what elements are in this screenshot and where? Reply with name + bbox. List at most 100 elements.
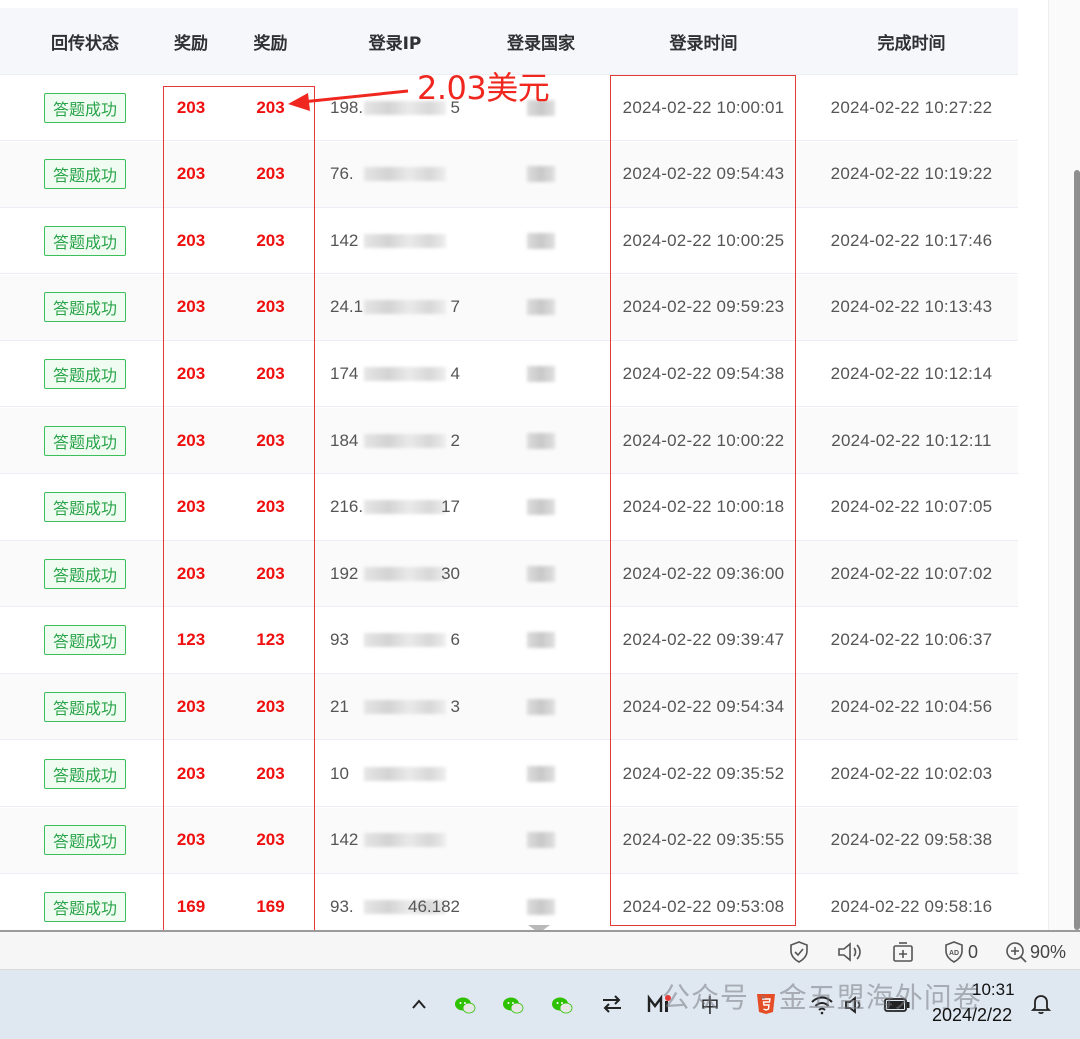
complete-time: 2024-02-22 10:19:22 (830, 164, 993, 184)
adblock-counter[interactable]: AD 0 (942, 940, 978, 964)
login-ip: 76. (330, 163, 460, 185)
scrollbar-thumb[interactable] (1074, 170, 1080, 930)
table-row[interactable]: 答题成功 169 169 93. 46.182 2024-02-22 09:53:08 20… (0, 874, 1018, 930)
table-row[interactable]: 答题成功 203 203 142 2024-02-22 10:00:25 2024-02-… (0, 208, 1018, 275)
reward-value: 203 (176, 696, 206, 716)
complete-time: 2024-02-22 10:17:46 (830, 230, 993, 250)
ip-redaction (364, 233, 446, 248)
login-time: 2024-02-22 10:00:22 (622, 430, 785, 450)
table-row[interactable]: 答题成功 203 203 76. 2024-02-22 09:54:43 2024-02-… (0, 141, 1018, 208)
reward-value: 203 (176, 430, 206, 450)
login-ip-prefix: 184 (330, 430, 359, 450)
reward-value: 203 (176, 763, 206, 783)
login-ip-prefix: 93 (330, 630, 349, 650)
status-tag: 答题成功 (43, 558, 126, 589)
ip-redaction (364, 699, 446, 714)
status-tag: 答题成功 (43, 625, 126, 656)
reward-value: 203 (176, 297, 206, 317)
reward-value: 203 (176, 830, 206, 850)
adblock-shield-icon: AD (945, 941, 963, 963)
reward-value: 203 (176, 363, 206, 383)
login-ip: 192 30 (330, 563, 460, 585)
ip-redaction (364, 433, 446, 448)
wechat-icon-2[interactable] (500, 992, 526, 1018)
reward-value: 203 (176, 97, 206, 117)
notification-bell-icon[interactable] (1028, 990, 1054, 1018)
table-row[interactable]: 答题成功 123 123 93 6 2024-02-22 09:39:47 2024-02-… (0, 607, 1018, 674)
login-time: 2024-02-22 10:00:01 (622, 97, 785, 117)
table-row[interactable]: 答题成功 203 203 24.1 7 2024-02-22 09:59:23 2024-0… (0, 274, 1018, 341)
wechat-icon-3[interactable] (549, 992, 575, 1018)
adblock-count: 0 (968, 941, 979, 962)
data-table: 回传状态 奖励 奖励 登录IP 登录国家 登录时间 完成时间 答题成功 203 20… (0, 0, 1018, 930)
svg-text:AD: AD (949, 950, 959, 957)
login-ip: 174 4 (330, 363, 460, 385)
login-ip: 24.1 7 (330, 296, 460, 318)
login-ip-prefix: 142 (330, 830, 359, 850)
login-ip-suffix: 6 (450, 630, 460, 650)
table-row[interactable]: 答题成功 203 203 192 30 2024-02-22 09:36:00 2024-0… (0, 541, 1018, 608)
login-ip: 93 6 (330, 629, 460, 651)
table-row[interactable]: 答题成功 203 203 10 2024-02-22 09:35:52 2024-02-2… (0, 741, 1018, 807)
complete-time: 2024-02-22 10:06:37 (830, 630, 993, 650)
header-status[interactable]: 回传状态 (0, 8, 170, 74)
login-time: 2024-02-22 09:36:00 (622, 563, 785, 583)
login-time: 2024-02-22 09:54:38 (622, 363, 785, 383)
reward-value-2: 203 (256, 763, 285, 783)
complete-time: 2024-02-22 09:58:16 (830, 896, 993, 916)
reward-value-2: 203 (256, 563, 285, 583)
ip-redaction (364, 766, 446, 781)
login-time: 2024-02-22 10:00:25 (622, 230, 785, 250)
login-ip: 142 (330, 230, 460, 252)
wechat-icon[interactable] (452, 992, 478, 1018)
clock-date[interactable]: 2024/2/22 (932, 1005, 1012, 1026)
header-reward-1[interactable]: 奖励 (155, 8, 227, 74)
login-ip: 21 3 (330, 696, 460, 718)
ip-redaction (364, 300, 446, 315)
ip-redaction (364, 366, 446, 381)
shield-check-icon[interactable] (788, 940, 810, 964)
login-ip-prefix: 174 (330, 363, 359, 383)
login-time: 2024-02-22 09:59:23 (622, 297, 785, 317)
reward-value-2: 203 (256, 363, 285, 383)
chevron-up-icon[interactable] (408, 992, 430, 1016)
table-row[interactable]: 答题成功 203 203 21 3 2024-02-22 09:54:34 2024-02-… (0, 674, 1018, 741)
header-complete-time[interactable]: 完成时间 (805, 8, 1018, 74)
table-row[interactable]: 答题成功 203 203 184 2 2024-02-22 10:00:22 2024-02… (0, 408, 1018, 474)
login-time: 2024-02-22 10:00:18 (622, 497, 785, 517)
table-row[interactable]: 答题成功 203 203 174 4 2024-02-22 09:54:38 2024-02… (0, 341, 1018, 408)
status-tag: 答题成功 (43, 425, 126, 456)
complete-time: 2024-02-22 10:12:11 (831, 430, 992, 450)
reward-value-2: 203 (256, 297, 285, 317)
annotation-arrow-icon (288, 89, 409, 111)
complete-time: 2024-02-22 09:58:38 (830, 830, 993, 850)
login-ip-prefix: 10 (330, 763, 349, 783)
speaker-icon[interactable] (836, 940, 864, 964)
login-ip-prefix: 192 (330, 563, 359, 583)
table-row[interactable]: 答题成功 203 203 216. 17 2024-02-22 10:00:18 2024-… (0, 474, 1018, 541)
ip-redaction (364, 500, 446, 515)
status-tag: 答题成功 (43, 225, 126, 256)
reward-value: 203 (176, 230, 206, 250)
login-ip-suffix: 3 (450, 696, 460, 716)
login-time: 2024-02-22 09:54:34 (622, 696, 785, 716)
status-tag: 答题成功 (43, 891, 126, 922)
login-time: 2024-02-22 09:54:43 (622, 164, 785, 184)
reward-value: 169 (176, 896, 206, 916)
header-login-time[interactable]: 登录时间 (605, 8, 802, 74)
zoom-control[interactable]: 90% (1005, 940, 1066, 964)
login-time: 2024-02-22 09:35:52 (622, 763, 785, 783)
login-ip-prefix: 24.1 (330, 297, 364, 317)
login-time: 2024-02-22 09:35:55 (622, 830, 785, 850)
login-ip: 216. 17 (330, 496, 460, 518)
clock-time[interactable]: 10:31 (972, 980, 1015, 1000)
status-tag: 答题成功 (43, 758, 126, 789)
add-tab-icon[interactable] (891, 940, 915, 964)
reward-value-2: 169 (256, 896, 285, 916)
country-redaction (527, 765, 555, 782)
reward-value-2: 203 (256, 230, 285, 250)
country-redaction (527, 499, 555, 516)
header-reward-2[interactable]: 奖励 (233, 8, 308, 74)
table-row[interactable]: 答题成功 203 203 142 2024-02-22 09:35:55 2024-02-… (0, 807, 1018, 874)
transfer-icon[interactable] (600, 992, 624, 1016)
